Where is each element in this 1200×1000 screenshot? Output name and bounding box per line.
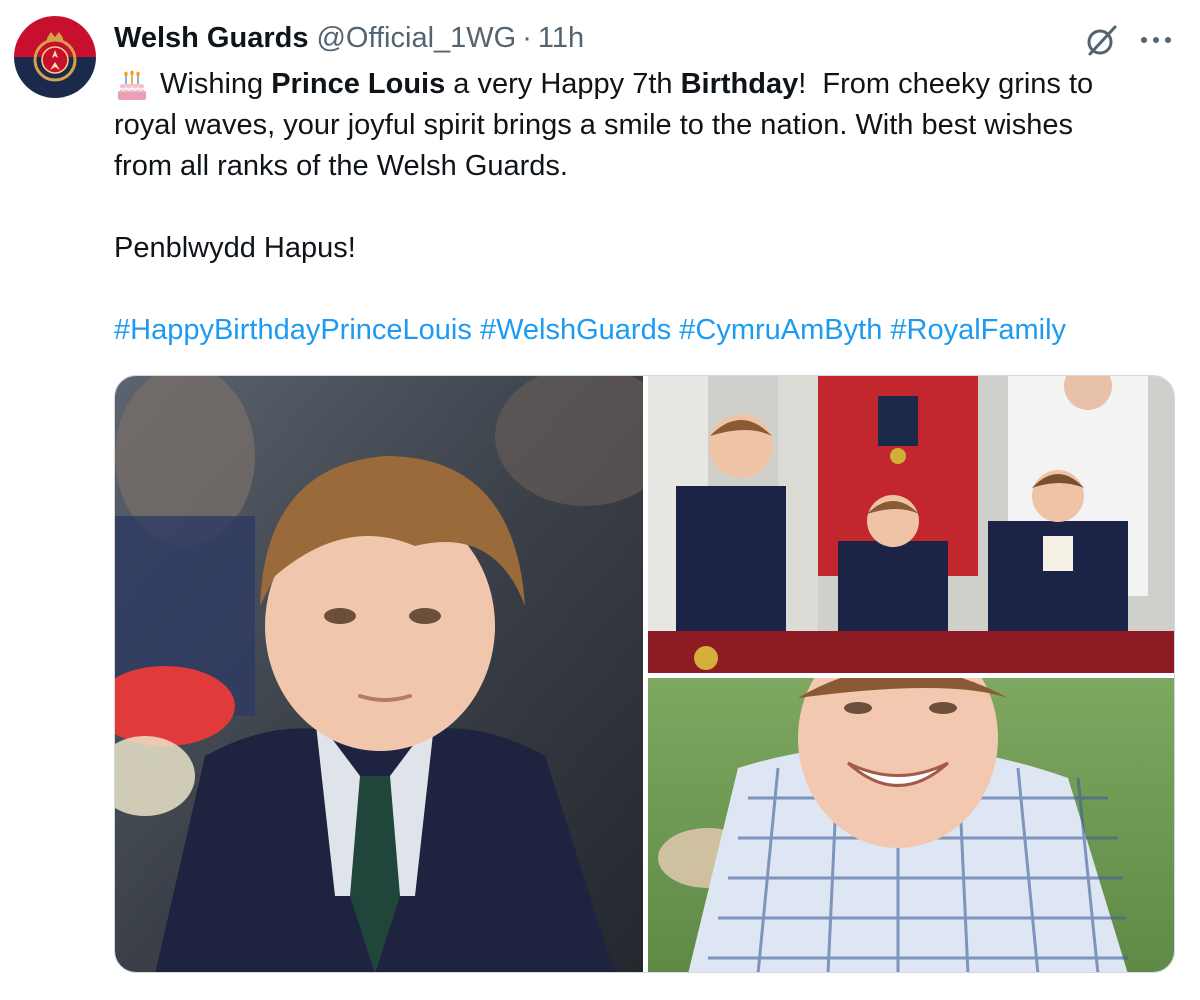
tweet-line-3: from all ranks of the Welsh Guards. — [114, 150, 568, 182]
hashtag-link[interactable]: #RoyalFamily — [890, 314, 1066, 346]
bold-prince-louis: Prince Louis — [271, 68, 446, 100]
tweet-text: Wishing Prince Louis a very Happy 7th Bi… — [114, 64, 1184, 351]
grok-icon[interactable] — [1084, 22, 1120, 58]
more-options-icon[interactable] — [1138, 30, 1174, 50]
bold-birthday: Birthday — [680, 68, 799, 100]
timestamp[interactable]: 11h — [538, 22, 584, 55]
display-name[interactable]: Welsh Guards — [114, 22, 308, 55]
hashtag-link[interactable]: #WelshGuards — [480, 314, 671, 346]
birthday-cake-icon — [114, 67, 150, 103]
text-segment: ! From cheeky grins to — [798, 68, 1094, 100]
avatar[interactable] — [14, 16, 96, 98]
tweet-line-1: Wishing Prince Louis a very Happy 7th Bi… — [114, 64, 1184, 105]
hashtag-link[interactable]: #CymruAmByth — [679, 314, 882, 346]
tweet-line-4: Penblwydd Hapus! — [114, 232, 356, 264]
media-grid — [114, 375, 1175, 973]
tweet-line-2: royal waves, your joyful spirit brings a… — [114, 109, 1074, 141]
photo-balcony[interactable] — [648, 376, 1174, 673]
text-segment: Wishing — [160, 68, 272, 100]
hashtag-list: #HappyBirthdayPrinceLouis #WelshGuards #… — [114, 310, 1184, 351]
text-segment: a very Happy 7th — [445, 68, 681, 100]
tweet-header: Welsh Guards @Official_1WG · 11h — [114, 18, 584, 58]
handle[interactable]: @Official_1WG — [316, 22, 516, 55]
photo-smile[interactable] — [648, 678, 1174, 972]
separator: · — [522, 21, 532, 54]
hashtag-link[interactable]: #HappyBirthdayPrinceLouis — [114, 314, 472, 346]
photo-portrait[interactable] — [115, 376, 643, 972]
